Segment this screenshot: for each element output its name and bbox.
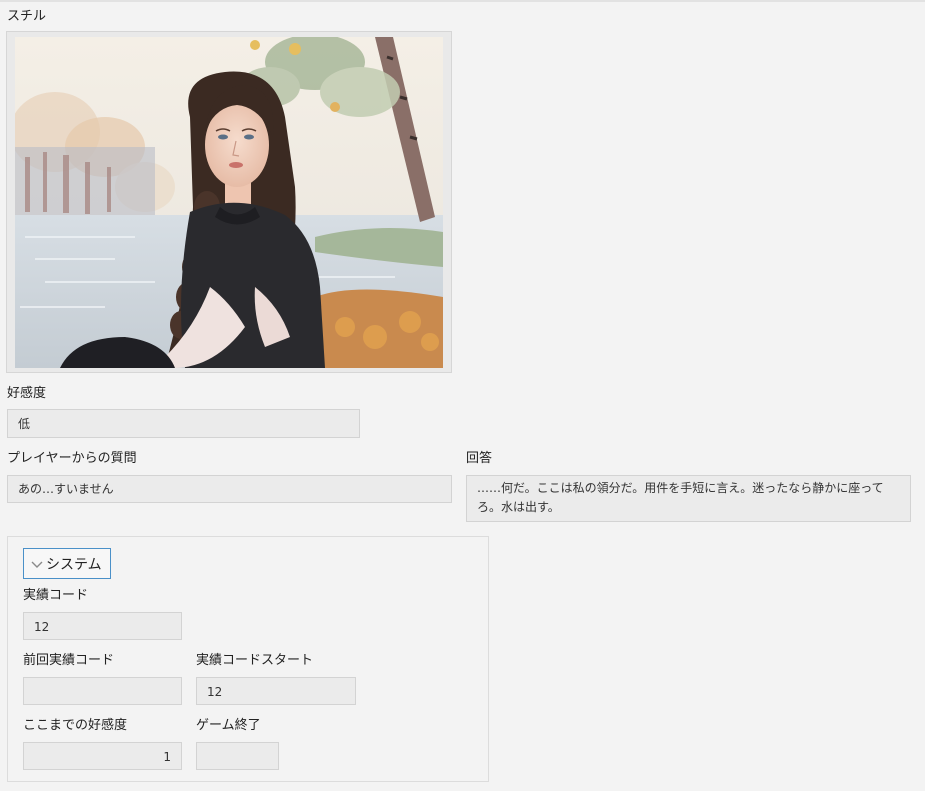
achievement-code-start-label: 実績コードスタート xyxy=(196,653,314,668)
affinity-field[interactable]: 低 xyxy=(7,409,360,438)
prev-achievement-code-label: 前回実績コード xyxy=(23,653,115,668)
prev-achievement-code-field[interactable] xyxy=(23,677,182,705)
affinity-so-far-field[interactable]: 1 xyxy=(23,742,182,770)
answer-field[interactable]: ……何だ。ここは私の領分だ。用件を手短に言え。迷ったなら静かに座ってろ。水は出す… xyxy=(466,475,911,522)
question-label: プレイヤーからの質問 xyxy=(7,451,137,466)
still-image xyxy=(15,37,443,368)
achievement-code-field[interactable]: 12 xyxy=(23,612,182,640)
top-divider xyxy=(0,0,925,2)
game-over-label: ゲーム終了 xyxy=(196,718,261,733)
system-toggle-button[interactable]: システム xyxy=(23,548,111,579)
still-image-frame xyxy=(6,31,452,373)
affinity-so-far-label: ここまでの好感度 xyxy=(23,718,128,733)
affinity-label: 好感度 xyxy=(7,386,47,401)
system-toggle-label: システム xyxy=(46,556,102,573)
game-over-field[interactable] xyxy=(196,742,279,770)
answer-label: 回答 xyxy=(466,451,493,466)
question-field[interactable]: あの…すいません xyxy=(7,475,452,503)
still-label: スチル xyxy=(7,9,47,24)
chevron-down-icon xyxy=(31,561,43,568)
achievement-code-start-field[interactable]: 12 xyxy=(196,677,356,705)
achievement-code-label: 実績コード xyxy=(23,588,89,603)
